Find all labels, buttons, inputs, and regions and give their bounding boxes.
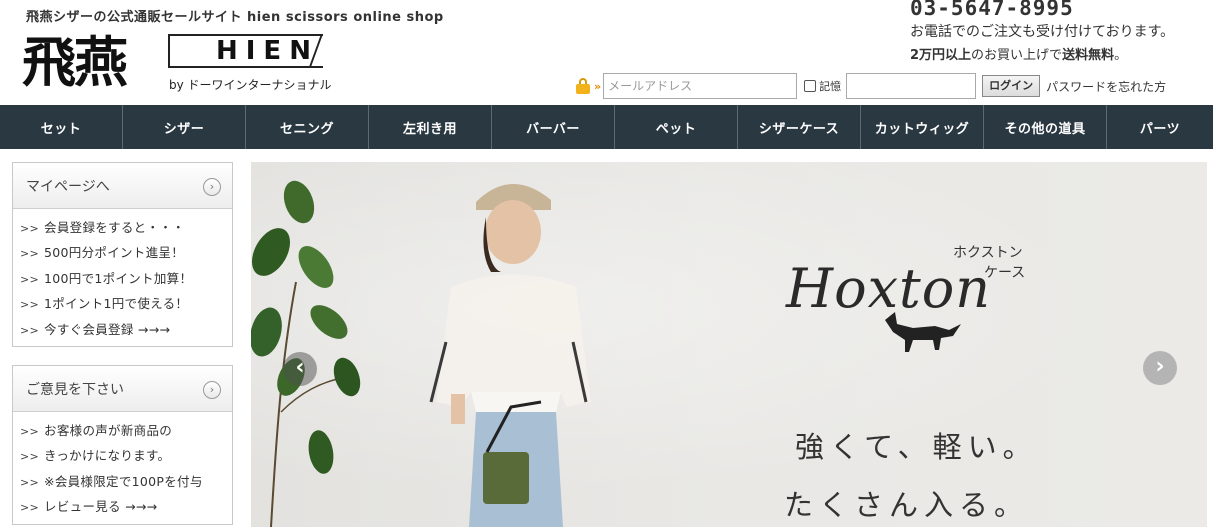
review-link[interactable]: >> レビュー見る →→→ (20, 494, 232, 519)
main-nav: セット シザー セニング 左利き用 バーバー ペット シザーケース カットウィッ… (0, 105, 1213, 149)
logo-hien-text: HIEN (216, 36, 319, 66)
circle-arrow-icon[interactable]: › (203, 381, 221, 399)
shipping-suffix: 。 (1114, 48, 1128, 63)
nav-item-other-tools[interactable]: その他の道具 (984, 105, 1107, 149)
nav-item-thinning[interactable]: セニング (246, 105, 369, 149)
nav-item-scissors[interactable]: シザー (123, 105, 246, 149)
nav-item-pet[interactable]: ペット (615, 105, 738, 149)
mypage-list: >> 会員登録をすると・・・ >> 500円分ポイント進呈！ >> 100円で1ポイン… (13, 209, 232, 346)
banner-copy-strong-light: 強くて、軽い。 (795, 430, 1038, 464)
list-item: >> 100円で1ポイント加算！ (20, 270, 193, 286)
nav-item-cut-wig[interactable]: カットウィッグ (861, 105, 984, 149)
list-mark: >> (20, 425, 40, 438)
carousel-next-button[interactable]: › (1143, 351, 1177, 385)
mypage-box: マイページへ › >> 会員登録をすると・・・ >> 500円分ポイント進呈！ >>… (12, 162, 233, 347)
feedback-header[interactable]: ご意見を下さい › (13, 366, 232, 412)
list-item: >> お客様の声が新商品の (20, 423, 173, 438)
phone-note: お電話でのご注文も受け付けております。 (910, 24, 1175, 40)
shipping-threshold: 2万円以上 (910, 48, 972, 63)
nav-item-left-handed[interactable]: 左利き用 (369, 105, 492, 149)
list-item: >> きっかけになります。 (20, 448, 171, 464)
remember-label: 記憶 (819, 80, 842, 93)
plant-image (251, 180, 361, 527)
shipping-free: 送料無料 (1062, 48, 1115, 63)
site-tagline: 飛燕シザーの公式通販セールサイト hien scissors online sh… (26, 10, 444, 25)
forgot-password-link[interactable]: パスワードを忘れた方 (1046, 78, 1166, 95)
list-mark: >> (20, 475, 40, 489)
nav-item-barber[interactable]: バーバー (492, 105, 615, 149)
feedback-list: >> お客様の声が新商品の >> きっかけになります。 >> ※会員様限定で100Pを… (13, 412, 232, 524)
nav-item-scissor-case[interactable]: シザーケース (738, 105, 861, 149)
mypage-header[interactable]: マイページへ › (13, 163, 232, 209)
logo-cut-mark (308, 34, 323, 68)
banner-copy-capacity: たくさん入る。 (784, 488, 1030, 522)
circle-arrow-icon[interactable]: › (203, 178, 221, 196)
hero-banner[interactable]: ‹ › Hoxton ホクストン ケース 強くて、軽い。 たくさん入る。 (251, 162, 1207, 527)
double-arrow-icon: » (594, 79, 602, 93)
fox-icon (885, 312, 961, 352)
register-link[interactable]: >> 今すぐ会員登録 →→→ (20, 317, 232, 342)
nav-item-set[interactable]: セット (0, 105, 123, 149)
logo-hien[interactable]: HIEN (168, 34, 323, 68)
logo-company: by ドーワインターナショナル (169, 78, 332, 92)
lock-icon (575, 78, 591, 94)
list-mark: >> (20, 247, 40, 261)
list-mark: >> (20, 450, 40, 464)
brand-kana-case: ケース (984, 265, 1026, 281)
logo-kanji[interactable]: 飛燕 (22, 30, 128, 94)
login-form: » 記憶 ログイン パスワードを忘れた方 (575, 72, 1166, 100)
list-mark: >> (20, 222, 40, 235)
list-mark: >> (20, 272, 40, 286)
list-mark: >> (20, 298, 40, 312)
brand-kana: ホクストン (953, 245, 1023, 261)
shipping-middle: のお買い上げで (971, 48, 1063, 63)
login-button[interactable]: ログイン (982, 75, 1041, 97)
feedback-title: ご意見を下さい (26, 381, 124, 398)
list-item: >> 会員登録をすると・・・ (20, 220, 185, 235)
list-item: >> ※会員様限定で100Pを付与 (20, 473, 203, 489)
list-item: >> 500円分ポイント進呈！ (20, 245, 185, 261)
list-item: >> 1ポイント1円で使える！ (20, 296, 189, 312)
model-photo (429, 183, 591, 527)
phone-number: 03-5647-8995 (910, 0, 1074, 20)
feedback-box: ご意見を下さい › >> お客様の声が新商品の >> きっかけになります。 >> ※会… (12, 365, 233, 525)
nav-item-parts[interactable]: パーツ (1107, 105, 1213, 149)
free-shipping-note: 2万円以上のお買い上げで送料無料。 (910, 44, 1127, 63)
remember-checkbox[interactable] (804, 80, 817, 92)
mypage-title: マイページへ (26, 178, 110, 195)
password-input[interactable] (846, 73, 977, 99)
list-mark: >> (20, 323, 40, 337)
carousel-prev-button[interactable]: ‹ (283, 352, 317, 386)
list-mark: >> (20, 501, 40, 515)
email-input[interactable] (603, 73, 798, 99)
